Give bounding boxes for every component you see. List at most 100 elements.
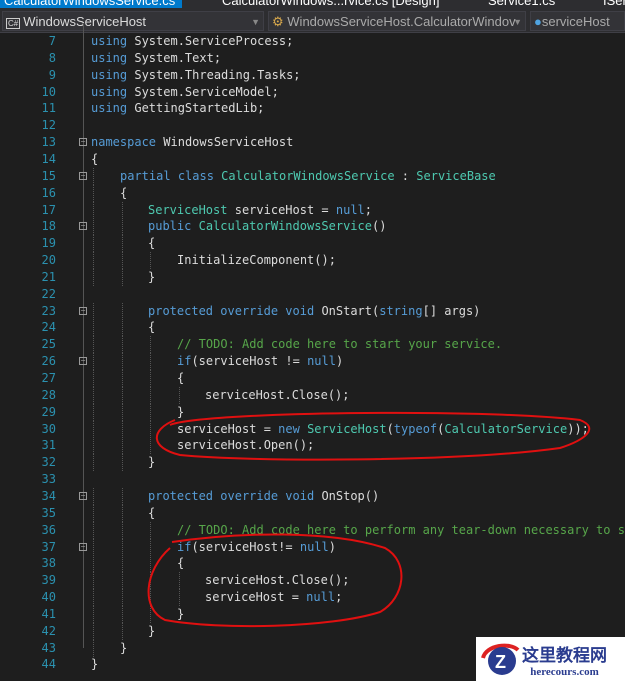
code-text: partial class CalculatorWindowsService :… <box>120 168 496 185</box>
class-dropdown[interactable]: ⚙ WindowsServiceHost.CalculatorWindov ▼ <box>268 11 526 31</box>
navigation-bar: C# WindowsServiceHost ▼ ⚙ WindowsServiceHo… <box>0 10 625 33</box>
line-number: 15 <box>41 168 56 183</box>
csharp-project-icon: C# <box>6 18 21 29</box>
indent-guide <box>93 555 94 573</box>
indent-guide <box>93 437 94 455</box>
code-line: 22 <box>0 286 625 303</box>
code-text: InitializeComponent(); <box>177 252 336 269</box>
code-text: { <box>177 555 184 572</box>
code-text: // TODO: Add code here to start your ser… <box>177 336 502 353</box>
code-line: 21} <box>0 268 625 286</box>
keyword: if <box>177 539 192 554</box>
keyword: typeof <box>393 421 438 436</box>
indent-guide <box>122 420 123 438</box>
line-number: 30 <box>41 421 56 436</box>
indent-guide <box>150 555 151 573</box>
indent-guide <box>93 504 94 522</box>
line-number: 36 <box>41 522 56 537</box>
code-line: 41} <box>0 605 625 623</box>
collapse-toggle-icon[interactable]: − <box>79 491 87 500</box>
line-number: 19 <box>41 236 56 251</box>
collapse-toggle-icon[interactable]: − <box>79 357 87 366</box>
keyword: using <box>91 84 128 99</box>
svg-text:Z: Z <box>495 652 506 672</box>
indent-guide <box>93 353 94 371</box>
keyword: public <box>148 219 192 234</box>
collapse-toggle-icon[interactable]: − <box>79 171 87 180</box>
collapse-toggle-icon[interactable]: − <box>79 138 87 147</box>
tab-service1[interactable]: Service1.cs <box>488 0 555 8</box>
indent-guide <box>93 589 94 607</box>
tab-designer[interactable]: CalculatorWindows...rvice.cs [Design] <box>222 0 439 8</box>
code-token: GettingStartedLib; <box>134 101 265 116</box>
indent-guide <box>122 403 123 421</box>
indent-guide <box>122 218 123 236</box>
tab-iservice[interactable]: ISer <box>603 0 625 8</box>
keyword: using <box>91 34 128 48</box>
indent-guide <box>93 622 94 640</box>
code-token: { <box>177 371 185 385</box>
keyword: override <box>220 488 279 503</box>
indent-guide <box>122 538 123 556</box>
code-text: namespace WindowsServiceHost <box>91 134 293 151</box>
indent-guide <box>122 437 123 455</box>
code-editor[interactable]: 7 using System.ServiceProcess; 8 using Syst… <box>0 23 625 681</box>
code-line: 7 using System.ServiceProcess; <box>0 33 625 50</box>
keyword: null <box>335 202 365 217</box>
code-token: ; <box>364 202 373 217</box>
line-number: 9 <box>48 67 56 82</box>
line-number: 38 <box>41 556 56 571</box>
keyword: null <box>306 590 336 605</box>
line-number: 34 <box>41 488 56 503</box>
site-logo: Z <box>481 643 520 675</box>
indent-guide <box>93 605 94 623</box>
keyword: using <box>91 67 128 82</box>
code-text: ServiceHost serviceHost = null; <box>148 202 372 219</box>
code-text: } <box>177 606 184 623</box>
code-token: } <box>177 606 185 621</box>
code-token: serviceHost = <box>205 590 299 605</box>
type-name: ServiceHost <box>148 202 228 217</box>
collapse-toggle-icon[interactable]: − <box>79 222 87 231</box>
code-text: { <box>148 235 155 252</box>
code-line: 32} <box>0 454 625 472</box>
code-text: } <box>148 623 155 640</box>
line-number: 23 <box>41 303 56 318</box>
code-line: 29} <box>0 403 625 421</box>
indent-guide <box>122 605 123 623</box>
project-dropdown[interactable]: C# WindowsServiceHost ▼ <box>2 11 264 31</box>
code-line: 18 − public CalculatorWindowsService() <box>0 218 625 236</box>
code-text: } <box>177 404 184 421</box>
code-line: 26 − if(serviceHost != null) <box>0 353 625 371</box>
type-name: CalculatorService <box>444 421 568 436</box>
member-dropdown[interactable]: ●serviceHost <box>530 11 625 31</box>
chevron-down-icon: ▼ <box>513 17 522 27</box>
line-number: 42 <box>41 623 56 638</box>
watermark-title: 这里教程网 <box>522 645 607 666</box>
indent-guide <box>93 184 94 202</box>
indent-guide <box>150 538 151 556</box>
tab-calculator-windows-service[interactable]: CalculatorWindowsService.cs <box>0 0 182 8</box>
code-text: serviceHost = new ServiceHost(typeof(Cal… <box>177 421 589 438</box>
code-line: 25 // TODO: Add code here to start your s… <box>0 336 625 354</box>
keyword: using <box>91 50 128 65</box>
line-number: 33 <box>41 472 56 487</box>
collapse-toggle-icon[interactable]: − <box>79 542 87 551</box>
keyword: class <box>177 168 214 183</box>
code-text: public CalculatorWindowsService() <box>148 218 386 235</box>
indent-guide <box>179 572 180 590</box>
code-token: serviceHost = <box>177 421 271 436</box>
code-line: 12 <box>0 117 625 134</box>
indent-guide <box>93 218 94 236</box>
indent-guide <box>93 201 94 219</box>
code-text: protected override void OnStop() <box>148 488 379 505</box>
indent-guide <box>93 487 94 505</box>
collapse-toggle-icon[interactable]: − <box>79 306 87 315</box>
indent-guide <box>122 622 123 640</box>
line-number: 27 <box>41 371 56 385</box>
line-number: 20 <box>41 253 56 268</box>
indent-guide <box>122 252 123 270</box>
code-line: 28 serviceHost.Close(); <box>0 386 625 404</box>
indent-guide <box>150 336 151 354</box>
line-number: 25 <box>41 337 56 352</box>
